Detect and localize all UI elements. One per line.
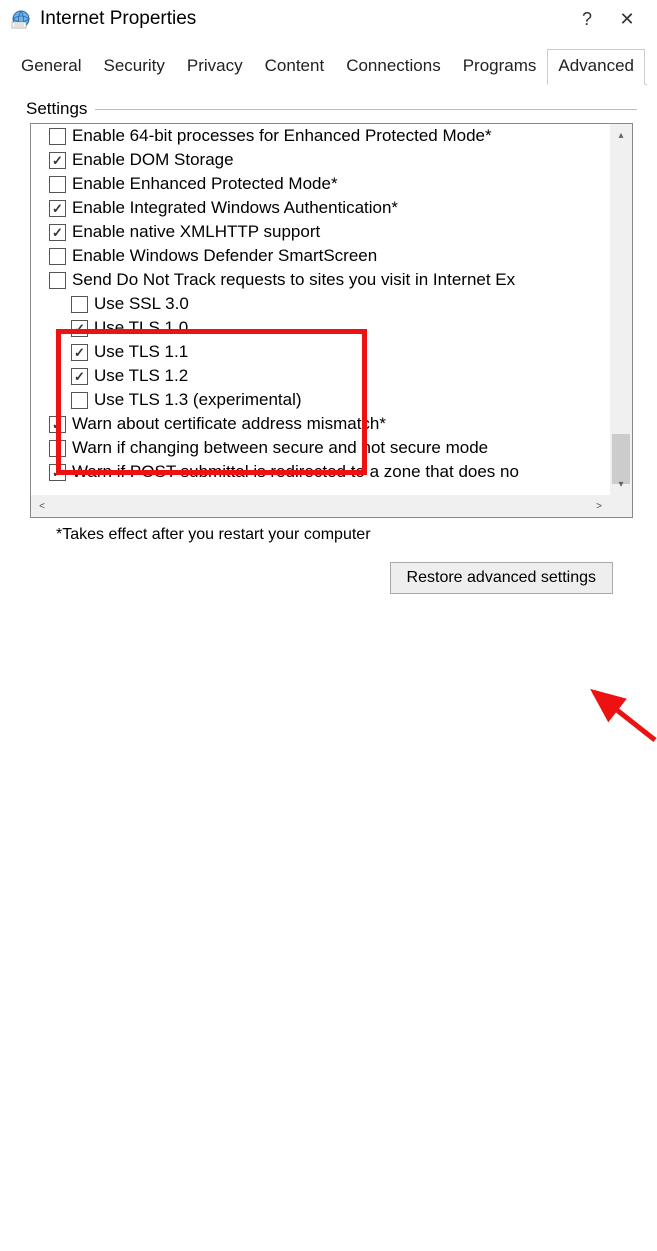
tab-security[interactable]: Security [92,49,175,85]
settings-item[interactable]: Enable Enhanced Protected Mode* [31,172,610,196]
internet-options-icon [10,8,32,30]
settings-section-header: Settings [26,99,637,119]
settings-item[interactable]: Enable Integrated Windows Authentication… [31,196,610,220]
checkbox[interactable] [71,296,88,313]
horizontal-scrollbar[interactable]: < > [31,495,610,517]
restart-note: *Takes effect after you restart your com… [56,526,637,544]
scroll-up-arrow[interactable]: ▴ [610,124,632,146]
checkbox[interactable] [71,320,88,337]
tab-content[interactable]: Content [254,49,336,85]
checkbox[interactable] [49,176,66,193]
settings-listbox: Enable 64-bit processes for Enhanced Pro… [30,123,633,518]
checkbox[interactable] [49,224,66,241]
checkbox[interactable] [49,272,66,289]
settings-item[interactable]: Use TLS 1.2 [31,364,610,388]
checkbox[interactable] [49,248,66,265]
tab-general[interactable]: General [10,49,92,85]
checkbox[interactable] [71,344,88,361]
settings-item-label: Enable Integrated Windows Authentication… [72,198,398,218]
settings-item[interactable]: Enable native XMLHTTP support [31,220,610,244]
scroll-right-arrow[interactable]: > [588,495,610,517]
settings-item[interactable]: Use SSL 3.0 [31,292,610,316]
checkbox[interactable] [71,368,88,385]
checkbox[interactable] [49,200,66,217]
settings-item-label: Send Do Not Track requests to sites you … [72,270,515,290]
tab-privacy[interactable]: Privacy [176,49,254,85]
settings-item[interactable]: Use TLS 1.1 [31,340,610,364]
scroll-down-arrow[interactable]: ▾ [610,473,632,495]
settings-item[interactable]: Send Do Not Track requests to sites you … [31,268,610,292]
settings-item[interactable]: Use TLS 1.0 [31,316,610,340]
checkbox[interactable] [49,464,66,481]
tab-connections[interactable]: Connections [335,49,452,85]
settings-item[interactable]: Warn if changing between secure and not … [31,436,610,460]
checkbox[interactable] [49,416,66,433]
settings-item[interactable]: Enable 64-bit processes for Enhanced Pro… [31,124,610,148]
close-button[interactable]: ✕ [607,9,647,30]
vertical-scrollbar[interactable]: ▴ ▾ [610,124,632,495]
tab-programs[interactable]: Programs [452,49,548,85]
settings-listbox-inner: Enable 64-bit processes for Enhanced Pro… [31,124,610,495]
settings-item-label: Use TLS 1.3 (experimental) [94,390,302,410]
settings-item-label: Use SSL 3.0 [94,294,189,314]
checkbox[interactable] [49,440,66,457]
settings-item[interactable]: Use TLS 1.3 (experimental) [31,388,610,412]
settings-item[interactable]: Enable Windows Defender SmartScreen [31,244,610,268]
tab-advanced[interactable]: Advanced [547,49,645,85]
settings-item-label: Enable Enhanced Protected Mode* [72,174,338,194]
annotation-arrow [0,594,657,1251]
settings-item[interactable]: Enable DOM Storage [31,148,610,172]
settings-item-label: Enable Windows Defender SmartScreen [72,246,377,266]
settings-item-label: Use TLS 1.2 [94,366,188,386]
settings-item-label: Warn if changing between secure and not … [72,438,488,458]
window-title: Internet Properties [40,8,567,30]
settings-label: Settings [26,99,95,119]
settings-item-label: Use TLS 1.0 [94,318,188,338]
settings-item-label: Enable 64-bit processes for Enhanced Pro… [72,126,492,146]
settings-item[interactable]: Warn about certificate address mismatch* [31,412,610,436]
checkbox[interactable] [49,128,66,145]
help-button[interactable]: ? [567,9,607,30]
scrollbar-corner [610,495,632,517]
checkbox[interactable] [49,152,66,169]
checkbox[interactable] [71,392,88,409]
settings-item[interactable]: Warn if POST submittal is redirected to … [31,460,610,484]
scroll-left-arrow[interactable]: < [31,495,53,517]
settings-item-label: Use TLS 1.1 [94,342,188,362]
titlebar: Internet Properties ? ✕ [0,0,657,36]
hscroll-track[interactable] [53,495,588,517]
restore-advanced-settings-button[interactable]: Restore advanced settings [390,562,613,594]
settings-item-label: Warn if POST submittal is redirected to … [72,462,519,482]
divider [95,109,637,110]
settings-item-label: Enable DOM Storage [72,150,234,170]
settings-item-label: Enable native XMLHTTP support [72,222,320,242]
settings-item-label: Warn about certificate address mismatch* [72,414,386,434]
tab-bar: GeneralSecurityPrivacyContentConnections… [10,48,647,85]
